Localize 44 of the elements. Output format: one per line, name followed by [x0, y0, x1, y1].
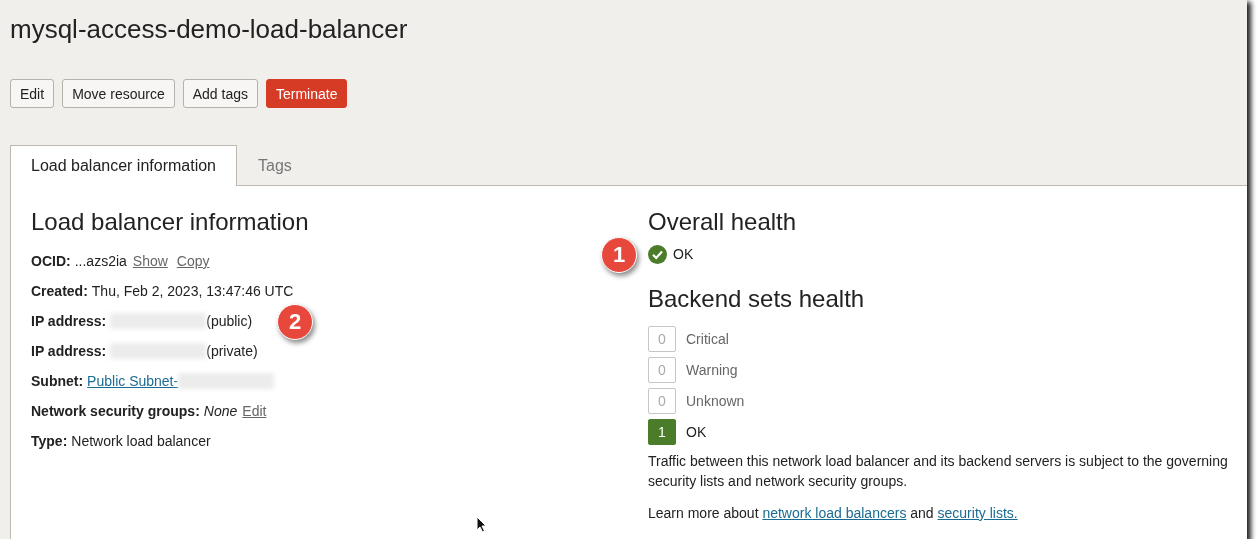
action-link[interactable]: Copy [176, 253, 210, 269]
check-circle-icon [648, 244, 667, 264]
health-label: Warning [686, 361, 738, 378]
field-label: Network security groups: [31, 403, 200, 419]
action-link[interactable]: Show [132, 253, 168, 269]
tab[interactable]: Load balancer information [10, 145, 237, 186]
callout-badge: 2 [277, 304, 313, 340]
count-badge: 1 [648, 418, 676, 445]
action-button[interactable]: Add tags [182, 79, 258, 108]
field-label: OCID: [31, 253, 71, 269]
action-link[interactable]: Edit [242, 403, 267, 419]
health-label: Unknown [686, 392, 745, 409]
health-status: OK [673, 246, 694, 262]
field-value: (public) [206, 313, 253, 329]
health-label: Critical [686, 330, 729, 347]
action-button[interactable]: Edit [10, 79, 55, 108]
help-link[interactable]: network load balancers [762, 505, 907, 521]
subnet-link[interactable]: Public Subnet- [87, 373, 179, 389]
count-badge: 0 [648, 387, 676, 414]
field-label: IP address: [31, 343, 107, 359]
field-label: Subnet: [31, 373, 84, 389]
terminate-button[interactable]: Terminate [266, 79, 348, 108]
callout-badge: 1 [601, 237, 637, 273]
field-label: Created: [31, 283, 88, 299]
section-heading: Backend sets health [648, 285, 866, 314]
help-link[interactable]: security lists. [937, 505, 1018, 521]
section-heading: Overall health [648, 208, 798, 237]
count-badge: 0 [648, 325, 676, 352]
help-text: Learn more about network load balancers and security lists. [648, 504, 1019, 523]
field-label: IP address: [31, 313, 107, 329]
field-value: None [203, 403, 238, 419]
count-badge: 0 [648, 356, 676, 383]
field-label: Type: [31, 433, 68, 449]
pointer-icon [476, 516, 487, 533]
tab[interactable]: Tags [237, 145, 313, 186]
field-value: Network load balancer [71, 433, 211, 449]
page-title: mysql-access-demo-load-balancer [10, 14, 409, 46]
field-value: ...azs2ia [74, 253, 127, 269]
note-text: Traffic between this network load balancer and its backend servers is subject to the governing security lists and network security groups. [648, 452, 1229, 491]
health-label: OK [686, 423, 707, 440]
field-value: Thu, Feb 2, 2023, 13:47:46 UTC [91, 283, 294, 299]
action-button[interactable]: Move resource [62, 79, 175, 108]
field-value: (private) [206, 343, 258, 359]
section-heading: Load balancer information [31, 208, 310, 237]
